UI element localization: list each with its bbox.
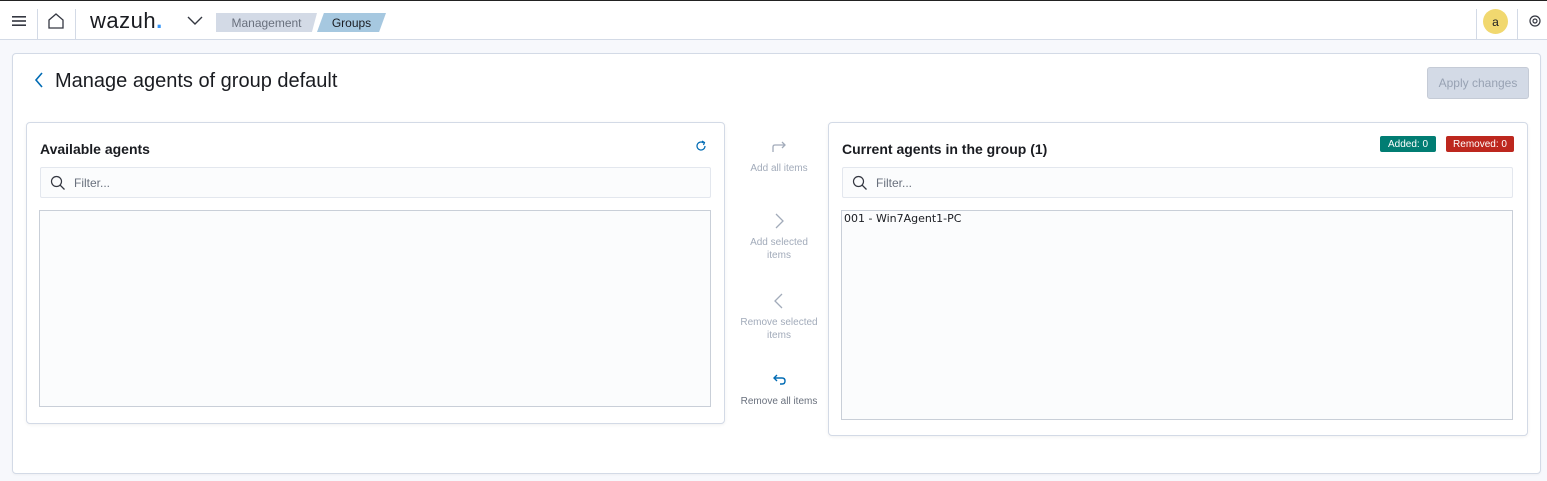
current-agents-title: Current agents in the group (1)	[842, 141, 1048, 157]
current-agents-box: Current agents in the group (1) Added: 0…	[828, 122, 1528, 436]
breadcrumb-management[interactable]: Management	[216, 13, 317, 32]
available-filter-input[interactable]	[74, 175, 674, 190]
add-all-items-label: Add all items	[750, 163, 808, 174]
refresh-icon	[696, 140, 706, 151]
header-divider	[75, 9, 76, 39]
available-filter-box	[40, 167, 711, 198]
available-agents-title: Available agents	[40, 141, 150, 157]
add-selected-items-button[interactable]: Add selected items	[740, 212, 818, 262]
available-agents-box: Available agents	[26, 122, 725, 424]
undo-arrow-icon	[773, 374, 786, 385]
remove-selected-items-button[interactable]: Remove selected items	[740, 292, 818, 342]
header-divider	[37, 9, 38, 39]
logo-dot: .	[156, 7, 163, 33]
search-icon	[852, 175, 867, 190]
logo-text: wazuh	[90, 7, 157, 33]
remove-all-items-button[interactable]: Remove all items	[740, 371, 818, 408]
removed-count-badge: Removed: 0	[1446, 136, 1514, 152]
add-selected-items-label: Add selected items	[750, 237, 808, 261]
help-icon	[1529, 14, 1541, 27]
help-button[interactable]	[1524, 1, 1546, 40]
apply-changes-button[interactable]: Apply changes	[1427, 67, 1529, 99]
header-divider	[1517, 9, 1518, 39]
back-button[interactable]	[31, 70, 47, 90]
remove-selected-items-label: Remove selected items	[740, 317, 818, 341]
breadcrumb-groups: Groups	[317, 13, 386, 32]
hamburger-icon	[12, 15, 26, 26]
list-item[interactable]: 001 - Win7Agent1-PC	[842, 211, 1512, 226]
share-arrow-icon	[772, 141, 786, 152]
current-agents-list[interactable]: 001 - Win7Agent1-PC	[841, 210, 1513, 420]
added-count-badge: Added: 0	[1380, 136, 1436, 152]
user-avatar[interactable]: a	[1483, 9, 1508, 34]
arrow-left-icon	[34, 72, 43, 88]
home-icon	[48, 12, 64, 29]
chevron-left-icon	[774, 293, 783, 309]
remove-all-items-label: Remove all items	[740, 396, 818, 407]
page-title: Manage agents of group default	[55, 70, 338, 92]
search-icon	[50, 175, 65, 190]
home-button[interactable]	[40, 1, 72, 40]
add-all-items-button[interactable]: Add all items	[740, 138, 818, 175]
manage-agents-panel: Manage agents of group default Apply cha…	[12, 53, 1541, 474]
current-filter-box	[842, 167, 1513, 198]
chevron-down-icon	[187, 16, 203, 25]
available-agents-list[interactable]	[39, 210, 711, 407]
app-switcher-button[interactable]	[184, 1, 206, 40]
current-filter-input[interactable]	[876, 175, 1476, 190]
top-header: wazuh. Management Groups a	[0, 0, 1547, 40]
header-divider	[1476, 9, 1477, 39]
refresh-button[interactable]	[695, 139, 709, 153]
menu-button[interactable]	[6, 1, 32, 40]
chevron-right-icon	[775, 213, 784, 229]
wazuh-logo[interactable]: wazuh.	[90, 1, 174, 40]
